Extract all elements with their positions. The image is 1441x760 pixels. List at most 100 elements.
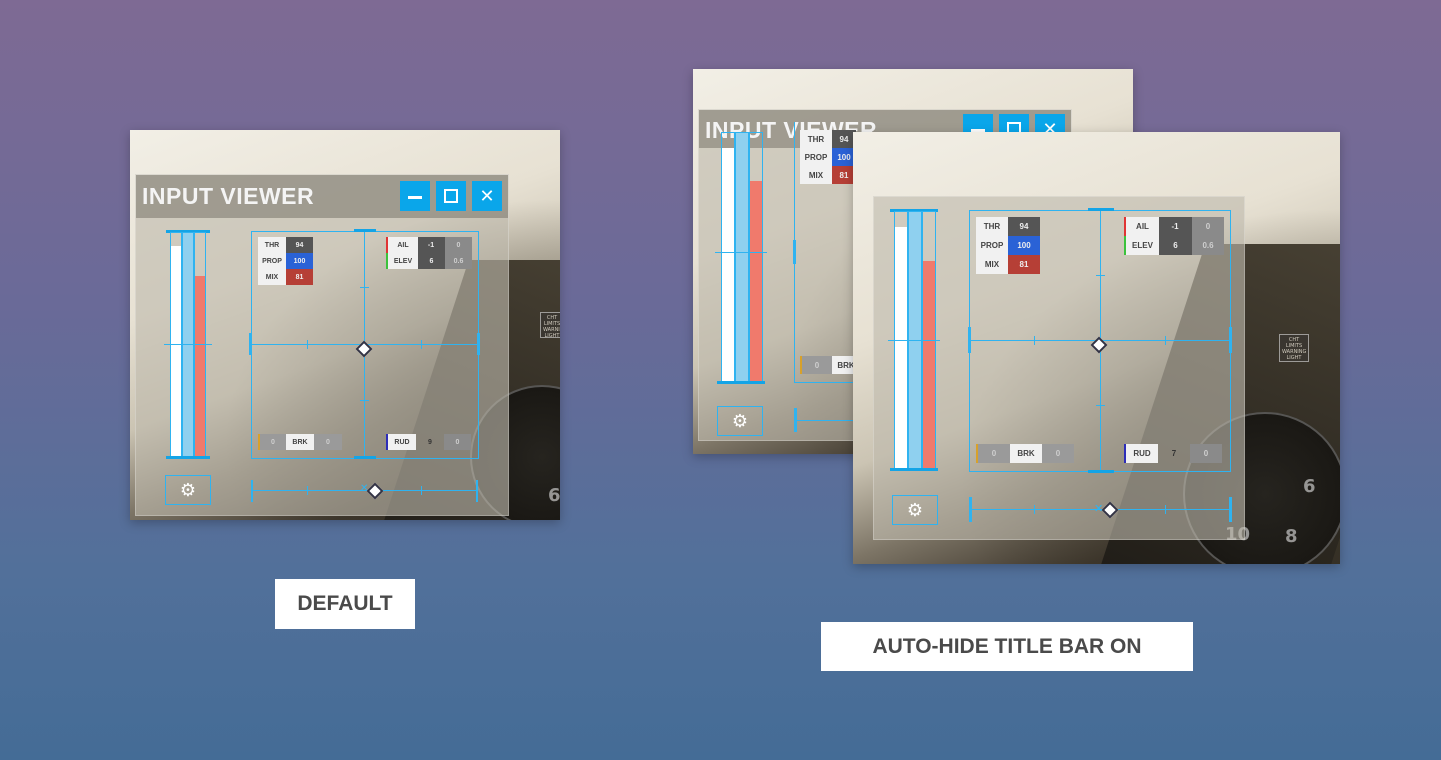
rudder-slider-marker [366, 482, 384, 500]
settings-button[interactable]: ⚙ [717, 406, 763, 436]
rudder-slider-track[interactable] [794, 420, 854, 421]
grid-tick [1096, 405, 1105, 406]
bar-mid-line [888, 340, 940, 341]
mix-label: MIX [800, 166, 832, 184]
autohide-front-screenshot: CHT LIMITS WARNING LIGHT 10 8 6 [853, 132, 1340, 564]
elev-trim: 0.6 [1192, 236, 1224, 255]
mix-value: 81 [1008, 255, 1040, 274]
mix-label: MIX [258, 269, 286, 285]
table-row: THR 94 [976, 217, 1040, 236]
prop-fill [183, 233, 193, 457]
engine-table: THR 94 PROP 100 MIX 81 [800, 130, 856, 184]
table-row: 0 BRK [800, 356, 860, 374]
grid-left-cap [793, 240, 796, 264]
bar-mid-line [164, 344, 212, 345]
gear-icon: ⚙ [179, 480, 197, 500]
grid-right-cap [477, 333, 480, 355]
minimize-button[interactable] [400, 181, 430, 211]
ail-label: AIL [386, 237, 418, 253]
slider-left-cap [969, 497, 972, 522]
ail-value: -1 [418, 237, 445, 253]
brk-right: 0 [1042, 444, 1074, 463]
elev-label: ELEV [386, 253, 418, 269]
slider-right-cap [1229, 497, 1232, 522]
grid-tick [1096, 275, 1105, 276]
settings-button[interactable]: ⚙ [165, 475, 211, 505]
bar-mid-line [715, 252, 767, 253]
table-row: AIL -1 0 [1124, 217, 1224, 236]
rud-value: 7 [1171, 449, 1177, 458]
elev-trim: 0.6 [445, 253, 472, 269]
table-row: ELEV 6 0.6 [386, 253, 472, 269]
rudder-trim-marker: ✕ [1094, 503, 1104, 515]
table-row: THR 94 [800, 130, 856, 148]
brk-left: 0 [258, 434, 286, 450]
mix-bar [194, 232, 206, 458]
table-row: 0 BRK 0 [976, 444, 1074, 463]
thr-label: THR [258, 237, 286, 253]
grid-tick [1034, 336, 1035, 345]
grid-left-cap [249, 333, 252, 355]
grid-right-cap [1229, 327, 1232, 353]
table-row: MIX 81 [800, 166, 856, 184]
close-button[interactable]: ✕ [472, 181, 502, 211]
throttle-bar [170, 232, 182, 458]
default-caption: DEFAULT [275, 579, 415, 629]
slider-right-cap [476, 480, 478, 502]
table-row: THR 94 [258, 237, 313, 253]
thr-value: 94 [286, 237, 313, 253]
window-title: INPUT VIEWER [142, 183, 315, 209]
prop-bar [735, 132, 749, 384]
throttle-bar [721, 132, 735, 384]
settings-button[interactable]: ⚙ [892, 495, 938, 525]
mix-bar [749, 132, 763, 384]
slider-tick [421, 486, 422, 495]
gear-icon: ⚙ [906, 500, 924, 520]
bar-bottom-cap [166, 456, 210, 459]
brk-label: BRK [286, 434, 314, 450]
prop-label: PROP [976, 236, 1008, 255]
close-icon: ✕ [479, 186, 495, 206]
slider-tick [1165, 505, 1166, 514]
rudder-trim-marker: ✕ [360, 483, 369, 494]
thr-label: THR [800, 130, 832, 148]
warning-placard: CHT LIMITS WARNING LIGHT [1279, 334, 1309, 362]
bar-bottom-cap [890, 468, 938, 471]
flight-table: AIL -1 0 ELEV 6 0.6 [386, 237, 472, 269]
ail-label: AIL [1124, 217, 1159, 236]
minimize-icon [408, 195, 422, 199]
input-viewer-window-autohide[interactable]: THR 94 PROP 100 MIX 81 AIL -1 0 ELEV 6 0… [873, 196, 1245, 540]
grid-tick [360, 400, 369, 401]
slider-left-cap [251, 480, 253, 502]
autohide-caption: AUTO-HIDE TITLE BAR ON [821, 622, 1193, 671]
engine-table: THR 94 PROP 100 MIX 81 [258, 237, 313, 285]
brk-left: 0 [800, 356, 832, 374]
prop-bar [182, 232, 194, 458]
grid-bottom-cap [1088, 470, 1114, 473]
rud-value: 9 [428, 438, 432, 446]
brk-left: 0 [976, 444, 1010, 463]
slider-tick [307, 486, 308, 495]
table-row: RUD 9 0 [386, 434, 471, 450]
rud-label: RUD [1124, 444, 1158, 463]
title-bar[interactable]: INPUT VIEWER ✕ [136, 175, 508, 218]
mix-fill [195, 275, 205, 457]
table-row: RUD 7 0 [1124, 444, 1222, 463]
grid-bottom-edge [794, 382, 854, 383]
grid-tick [1165, 336, 1166, 345]
popout-icon [444, 189, 458, 204]
elev-value: 6 [418, 253, 445, 269]
prop-label: PROP [800, 148, 832, 166]
table-row: 0 BRK 0 [258, 434, 342, 450]
ail-trim: 0 [1192, 217, 1224, 236]
table-row: MIX 81 [976, 255, 1040, 274]
brk-label: BRK [1010, 444, 1042, 463]
brake-table: 0 BRK 0 [976, 444, 1074, 463]
prop-fill [736, 133, 748, 383]
table-row: AIL -1 0 [386, 237, 472, 253]
popout-button[interactable] [436, 181, 466, 211]
input-viewer-window[interactable]: INPUT VIEWER ✕ THR 94 PROP 100 MIX 81 AI… [135, 174, 509, 516]
rudder-table: RUD 9 0 [386, 434, 471, 450]
brake-table: 0 BRK [800, 356, 860, 374]
warning-placard: CHT LIMITS WARNING LIGHT [540, 312, 560, 339]
